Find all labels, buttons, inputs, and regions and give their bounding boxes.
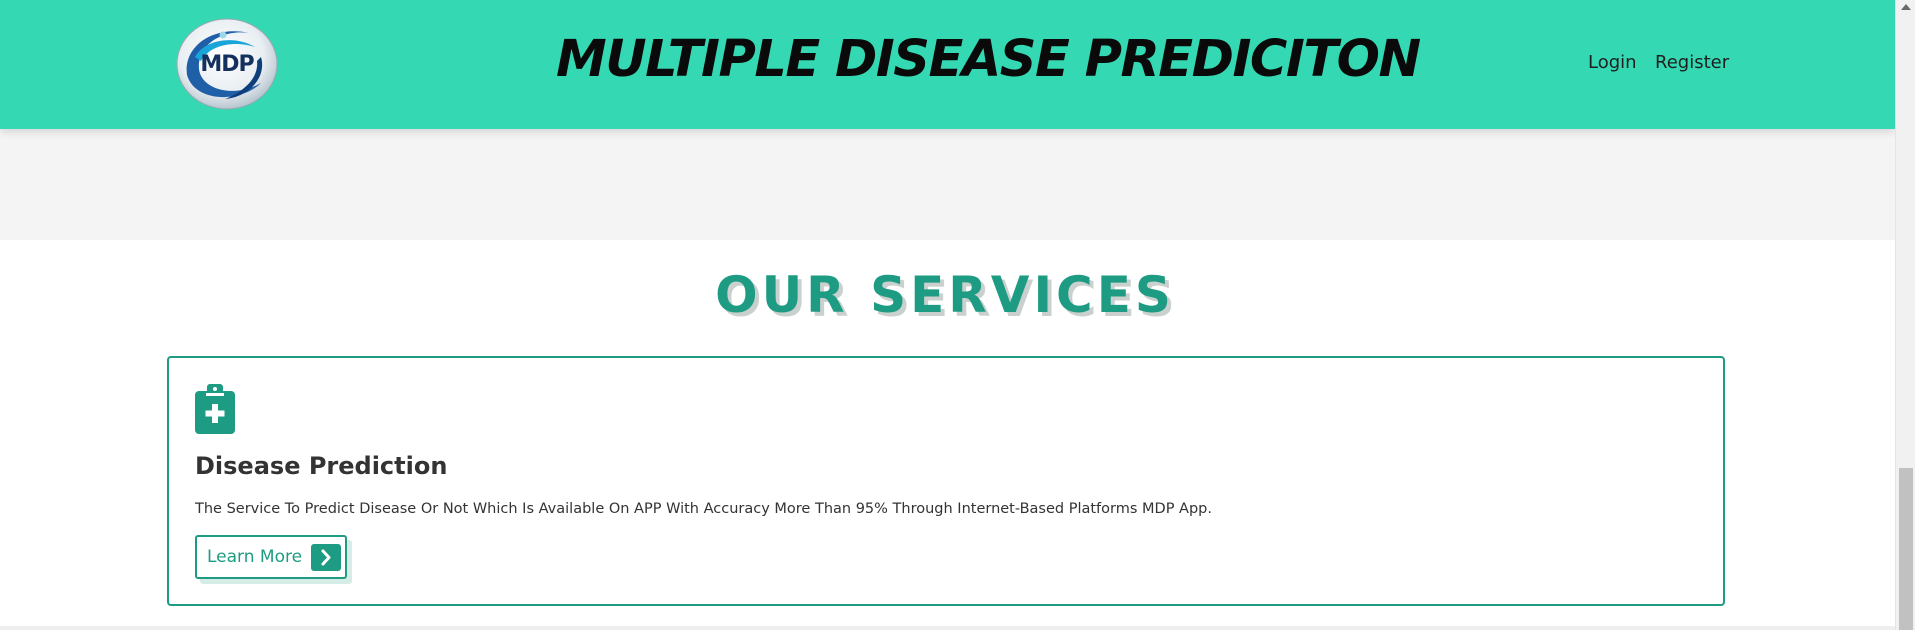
services-heading: OUR SERVICES xyxy=(715,266,1175,324)
learn-more-button[interactable]: Learn More xyxy=(195,535,347,579)
scroll-up-arrow-icon[interactable] xyxy=(1901,4,1911,10)
mdp-logo[interactable]: MDP xyxy=(175,17,279,111)
vertical-scrollbar[interactable] xyxy=(1895,0,1915,630)
nav-register-link[interactable]: Register xyxy=(1655,52,1729,73)
nav-login-link[interactable]: Login xyxy=(1588,52,1637,73)
card-title: Disease Prediction xyxy=(195,452,448,480)
service-card-disease-prediction: Disease Prediction The Service To Predic… xyxy=(167,356,1725,606)
learn-more-label: Learn More xyxy=(207,547,303,567)
scrollbar-thumb[interactable] xyxy=(1899,468,1913,630)
logo-text: MDP xyxy=(200,52,254,77)
card-description: The Service To Predict Disease Or Not Wh… xyxy=(195,501,1212,517)
hero-band xyxy=(0,129,1895,240)
site-title: MULTIPLE DISEASE PREDICITON xyxy=(556,30,1421,89)
clipboard-medical-icon xyxy=(195,384,235,434)
site-header: MDP MULTIPLE DISEASE PREDICITON Login Re… xyxy=(0,0,1895,129)
chevron-right-icon xyxy=(311,544,341,571)
page: MDP MULTIPLE DISEASE PREDICITON Login Re… xyxy=(0,0,1895,630)
section-bottom-edge xyxy=(0,626,1895,630)
